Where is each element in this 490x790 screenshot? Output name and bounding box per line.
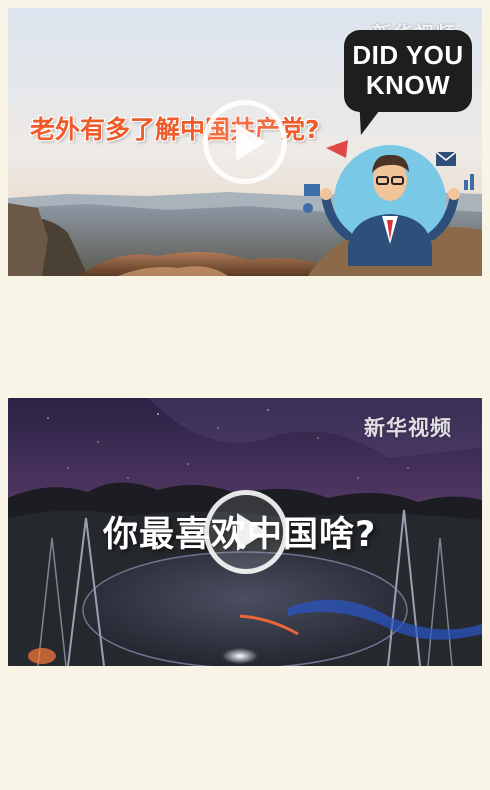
play-button-2[interactable] (204, 490, 288, 574)
xinhua-video-watermark: 新华视频 (364, 416, 452, 440)
badge-line-2: KNOW (365, 70, 451, 100)
play-icon (236, 123, 266, 161)
did-you-know-badge: DID YOU KNOW (344, 30, 472, 112)
play-button-1[interactable] (203, 100, 287, 184)
play-icon (237, 513, 267, 551)
video-card-1[interactable]: 新华视频 DID YOU KNOW 老外有多了解中国共产党? (8, 8, 482, 276)
video-card-2[interactable]: 新华视频 你最喜欢中国啥? (8, 398, 482, 666)
badge-line-1: DID YOU (352, 40, 464, 70)
